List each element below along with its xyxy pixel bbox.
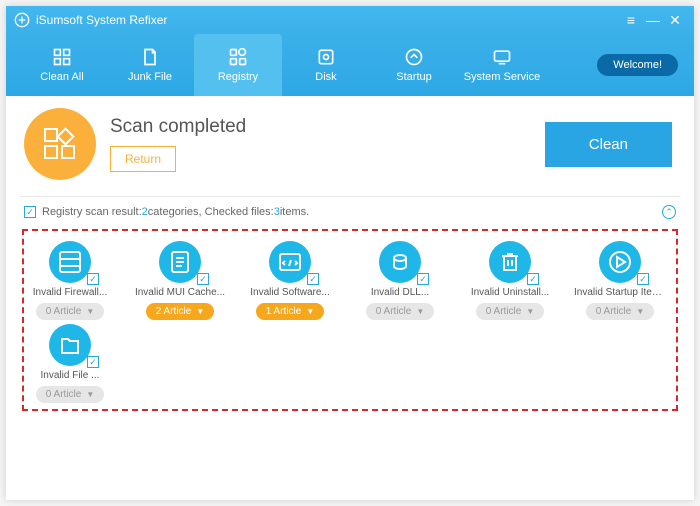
card-label: Invalid Startup Item... xyxy=(574,287,666,298)
nav-junk-file[interactable]: Junk File xyxy=(106,34,194,96)
result-card: ✓Invalid Software...1 Article▼ xyxy=(250,241,330,320)
card-count-pill[interactable]: 0 Article▼ xyxy=(36,386,105,403)
card-checkbox[interactable]: ✓ xyxy=(527,273,539,285)
card-label: Invalid File ... xyxy=(24,370,116,381)
nav-startup[interactable]: Startup xyxy=(370,34,458,96)
card-count-pill[interactable]: 0 Article▼ xyxy=(366,303,435,320)
scan-title: Scan completed xyxy=(110,116,545,138)
system-service-icon xyxy=(492,47,512,67)
category-icon xyxy=(604,246,636,278)
card-label: Invalid DLL... xyxy=(354,287,446,298)
registry-icon xyxy=(228,47,248,67)
nav-label: Startup xyxy=(396,71,431,83)
clean-all-icon xyxy=(52,47,72,67)
return-button[interactable]: Return xyxy=(110,146,176,172)
card-icon: ✓ xyxy=(599,241,641,283)
category-icon xyxy=(54,246,86,278)
results-grid-highlight: ✓Invalid Firewall...0 Article▼✓Invalid M… xyxy=(22,229,678,411)
card-checkbox[interactable]: ✓ xyxy=(417,273,429,285)
nav-bar: Clean All Junk File Registry Disk Startu… xyxy=(6,34,694,96)
minimize-button[interactable]: — xyxy=(642,12,664,28)
disk-icon xyxy=(316,47,336,67)
category-icon xyxy=(164,246,196,278)
card-count-pill[interactable]: 1 Article▼ xyxy=(256,303,325,320)
card-icon: ✓ xyxy=(49,241,91,283)
category-icon xyxy=(54,329,86,361)
card-count-pill[interactable]: 0 Article▼ xyxy=(586,303,655,320)
nav-disk[interactable]: Disk xyxy=(282,34,370,96)
titlebar: iSumsoft System Refixer ≡ — ✕ xyxy=(6,6,694,34)
nav-label: Junk File xyxy=(128,71,172,83)
welcome-button[interactable]: Welcome! xyxy=(597,54,678,76)
chevron-down-icon: ▼ xyxy=(196,307,204,316)
nav-label: System Service xyxy=(464,71,540,83)
card-checkbox[interactable]: ✓ xyxy=(87,273,99,285)
result-card: ✓Invalid Uninstall...0 Article▼ xyxy=(470,241,550,320)
chevron-down-icon: ▼ xyxy=(636,307,644,316)
chevron-down-icon: ▼ xyxy=(526,307,534,316)
result-card: ✓Invalid Firewall...0 Article▼ xyxy=(30,241,110,320)
chevron-down-icon: ▼ xyxy=(306,307,314,316)
nav-label: Disk xyxy=(315,71,336,83)
menu-button[interactable]: ≡ xyxy=(620,12,642,28)
registry-shapes-icon xyxy=(40,124,80,164)
card-icon: ✓ xyxy=(379,241,421,283)
category-icon xyxy=(274,246,306,278)
category-icon xyxy=(384,246,416,278)
nav-system-service[interactable]: System Service xyxy=(458,34,546,96)
results-grid: ✓Invalid Firewall...0 Article▼✓Invalid M… xyxy=(30,241,670,403)
result-card: ✓Invalid DLL...0 Article▼ xyxy=(360,241,440,320)
chevron-down-icon: ▼ xyxy=(86,307,94,316)
card-checkbox[interactable]: ✓ xyxy=(87,356,99,368)
card-icon: ✓ xyxy=(49,324,91,366)
chevron-down-icon: ▼ xyxy=(416,307,424,316)
junk-file-icon xyxy=(140,47,160,67)
nav-clean-all[interactable]: Clean All xyxy=(18,34,106,96)
result-text: items. xyxy=(280,206,309,218)
card-label: Invalid Uninstall... xyxy=(464,287,556,298)
category-icon xyxy=(494,246,526,278)
header-row: Scan completed Return Clean xyxy=(20,108,680,180)
nav-label: Registry xyxy=(218,71,258,83)
content-area: Scan completed Return Clean ✓ Registry s… xyxy=(6,96,694,411)
card-checkbox[interactable]: ✓ xyxy=(307,273,319,285)
card-icon: ✓ xyxy=(489,241,531,283)
card-count-pill[interactable]: 2 Article▼ xyxy=(146,303,215,320)
card-count-pill[interactable]: 0 Article▼ xyxy=(476,303,545,320)
result-card: ✓Invalid MUI Cache...2 Article▼ xyxy=(140,241,220,320)
close-button[interactable]: ✕ xyxy=(664,12,686,29)
status-icon-circle xyxy=(24,108,96,180)
card-icon: ✓ xyxy=(159,241,201,283)
collapse-toggle[interactable]: ⌃ xyxy=(662,205,676,219)
app-title: iSumsoft System Refixer xyxy=(36,13,167,27)
result-card: ✓Invalid File ...0 Article▼ xyxy=(30,324,110,403)
card-count-pill[interactable]: 0 Article▼ xyxy=(36,303,105,320)
result-card: ✓Invalid Startup Item...0 Article▼ xyxy=(580,241,660,320)
chevron-down-icon: ▼ xyxy=(86,390,94,399)
clean-button[interactable]: Clean xyxy=(545,122,672,167)
card-label: Invalid MUI Cache... xyxy=(134,287,226,298)
card-label: Invalid Firewall... xyxy=(24,287,116,298)
app-logo-icon xyxy=(14,12,30,28)
result-text: Registry scan result: xyxy=(42,206,142,218)
nav-registry[interactable]: Registry xyxy=(194,34,282,96)
card-icon: ✓ xyxy=(269,241,311,283)
card-checkbox[interactable]: ✓ xyxy=(197,273,209,285)
nav-label: Clean All xyxy=(40,71,83,83)
result-text: categories, Checked files: xyxy=(148,206,274,218)
card-checkbox[interactable]: ✓ xyxy=(637,273,649,285)
startup-icon xyxy=(404,47,424,67)
app-window: iSumsoft System Refixer ≡ — ✕ Clean All … xyxy=(6,6,694,500)
card-label: Invalid Software... xyxy=(244,287,336,298)
result-checkbox[interactable]: ✓ xyxy=(24,206,36,218)
result-summary: ✓ Registry scan result: 2 categories, Ch… xyxy=(20,197,680,229)
